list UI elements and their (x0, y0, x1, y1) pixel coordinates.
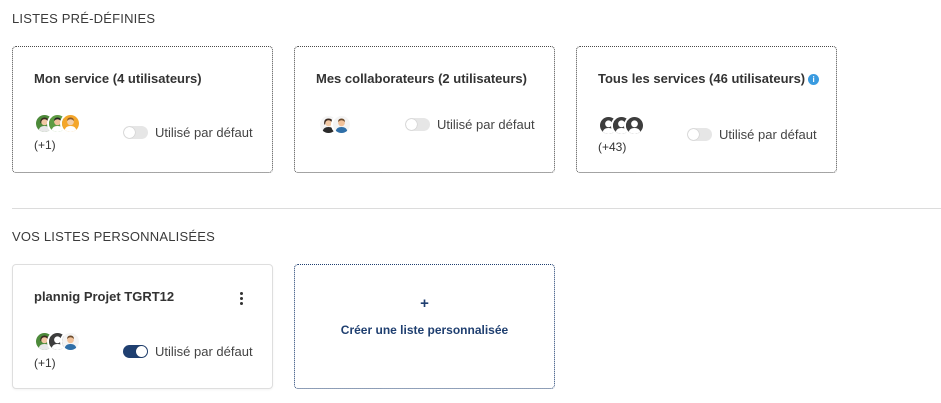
list-card-tous-les-services[interactable]: Tous les services (46 utilisateurs) i (+4… (576, 46, 837, 173)
default-toggle-label: Utilisé par défaut (155, 125, 253, 140)
avatar (60, 331, 81, 352)
more-users-count: (+1) (34, 138, 56, 152)
card-title: Tous les services (46 utilisateurs) (598, 71, 806, 86)
avatar (60, 113, 81, 134)
default-toggle-row: Utilisé par défaut (687, 127, 817, 142)
plus-icon: + (420, 295, 429, 312)
default-toggle-row: Utilisé par défaut (123, 125, 253, 140)
custom-lists-heading: VOS LISTES PERSONNALISÉES (12, 229, 215, 244)
create-custom-list-button[interactable]: + Créer une liste personnalisée (294, 264, 555, 389)
card-title: Mes collaborateurs (2 utilisateurs) (316, 71, 527, 86)
list-card-mon-service[interactable]: Mon service (4 utilisateurs) (+1) Utilis… (12, 46, 273, 173)
default-toggle[interactable] (123, 345, 148, 358)
section-divider (12, 208, 941, 209)
more-users-count: (+1) (34, 356, 56, 370)
default-toggle[interactable] (405, 118, 430, 131)
default-toggle-row: Utilisé par défaut (123, 344, 253, 359)
predefined-lists-heading: LISTES PRÉ-DÉFINIES (12, 11, 156, 26)
default-toggle[interactable] (687, 128, 712, 141)
info-icon[interactable]: i (808, 74, 820, 85)
avatar (624, 115, 645, 136)
default-toggle-label: Utilisé par défaut (719, 127, 817, 142)
default-toggle-label: Utilisé par défaut (155, 344, 253, 359)
default-toggle-row: Utilisé par défaut (405, 117, 535, 132)
default-toggle-label: Utilisé par défaut (437, 117, 535, 132)
card-title: Mon service (4 utilisateurs) (34, 71, 202, 86)
default-toggle[interactable] (123, 126, 148, 139)
card-title: plannig Projet TGRT12 (34, 289, 175, 304)
list-card-custom[interactable]: plannig Projet TGRT12 (+1) Utilisé par d… (12, 264, 273, 389)
more-users-count: (+43) (598, 140, 627, 154)
card-title-row: Tous les services (46 utilisateurs) i (598, 71, 820, 86)
avatar (331, 114, 352, 135)
more-options-icon[interactable] (240, 292, 244, 305)
create-custom-list-label: Créer une liste personnalisée (340, 323, 509, 337)
list-card-mes-collaborateurs[interactable]: Mes collaborateurs (2 utilisateurs) Util… (294, 46, 555, 173)
